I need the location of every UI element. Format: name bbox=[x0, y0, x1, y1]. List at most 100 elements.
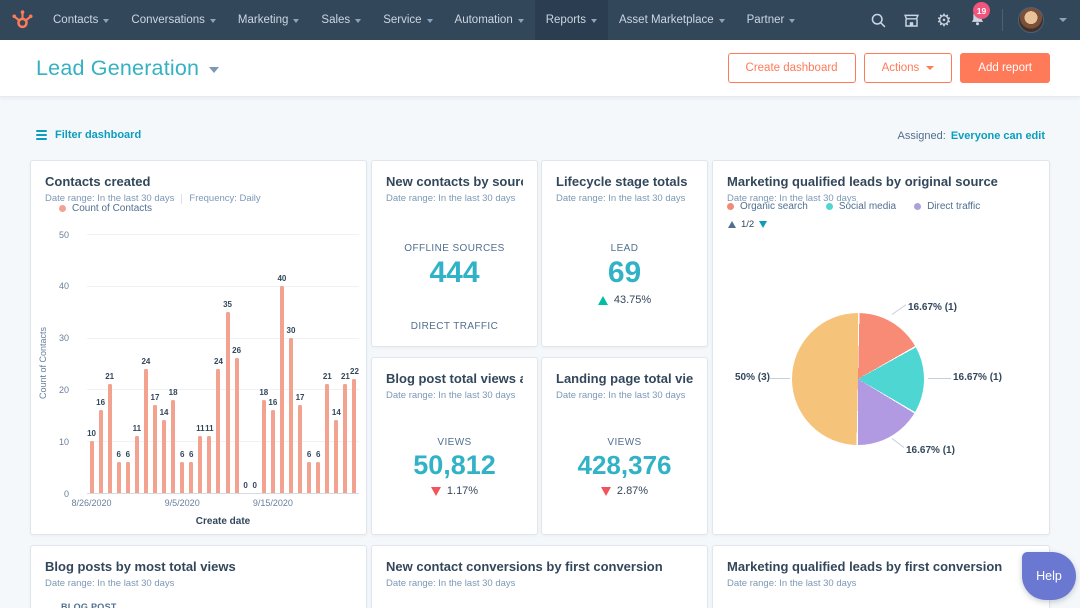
avatar[interactable] bbox=[1018, 7, 1044, 33]
bar-value-label: 0 bbox=[243, 481, 247, 490]
nav-item-asset-marketplace[interactable]: Asset Marketplace bbox=[608, 0, 736, 40]
secondary-metric-label: DIRECT TRAFFIC bbox=[372, 321, 537, 332]
marketplace-icon[interactable] bbox=[902, 11, 920, 29]
nav-item-conversations[interactable]: Conversations bbox=[120, 0, 227, 40]
bar bbox=[325, 384, 329, 493]
legend-dot bbox=[826, 203, 833, 210]
gridline bbox=[87, 441, 359, 442]
notifications-bell-icon[interactable]: 19 bbox=[968, 8, 987, 32]
bar bbox=[262, 400, 266, 493]
nav-item-reports[interactable]: Reports bbox=[535, 0, 608, 40]
bar-value-label: 14 bbox=[160, 408, 169, 417]
metric-delta: 1.17% bbox=[372, 485, 537, 497]
search-icon[interactable] bbox=[869, 11, 887, 29]
page-down-icon[interactable] bbox=[759, 221, 767, 228]
chevron-down-icon bbox=[518, 19, 524, 23]
x-axis-tick: 8/26/2020 bbox=[72, 498, 112, 508]
report-title[interactable]: Contacts created bbox=[45, 174, 352, 189]
nav-item-partner[interactable]: Partner bbox=[736, 0, 807, 40]
bar-plot: 0102030405010162166112417141866111124352… bbox=[87, 234, 359, 493]
down-triangle-icon bbox=[431, 487, 441, 496]
bar bbox=[99, 410, 103, 493]
assigned-permission-link[interactable]: Everyone can edit bbox=[951, 130, 1045, 142]
bar bbox=[271, 410, 275, 493]
account-chevron-down-icon[interactable] bbox=[1059, 18, 1067, 22]
metric-label: OFFLINE SOURCES bbox=[372, 243, 537, 254]
bar-value-label: 24 bbox=[214, 357, 223, 366]
chart-legend[interactable]: Count of Contacts bbox=[59, 203, 152, 214]
report-title[interactable]: Landing page total vie... bbox=[556, 371, 693, 386]
bar bbox=[144, 369, 148, 493]
nav-item-sales[interactable]: Sales bbox=[310, 0, 372, 40]
metric-label: VIEWS bbox=[372, 437, 537, 448]
nav-item-label: Asset Marketplace bbox=[619, 14, 714, 26]
bar-value-label: 11 bbox=[133, 424, 141, 433]
x-axis-title: Create date bbox=[87, 516, 359, 527]
chevron-down-icon bbox=[293, 19, 299, 23]
report-title[interactable]: New contact conversions by first convers… bbox=[386, 559, 693, 574]
hubspot-logo-icon[interactable] bbox=[11, 9, 34, 32]
metric-value: 50,812 bbox=[372, 450, 537, 481]
dashboard-title-dropdown[interactable]: Lead Generation bbox=[36, 56, 219, 81]
actions-button[interactable]: Actions bbox=[864, 53, 953, 83]
legend-dot bbox=[59, 205, 66, 212]
nav-item-automation[interactable]: Automation bbox=[444, 0, 535, 40]
legend-label: Direct traffic bbox=[927, 201, 980, 212]
card-mql-by-first-conversion: Marketing qualified leads by first conve… bbox=[712, 545, 1050, 608]
card-landing-page-total-views: Landing page total vie... Date range: In… bbox=[541, 357, 708, 535]
card-blog-post-total-views: Blog post total views a... Date range: I… bbox=[371, 357, 538, 535]
page-up-icon[interactable] bbox=[728, 221, 736, 228]
nav-right: ⚙ 19 bbox=[869, 7, 1080, 33]
report-title[interactable]: New contacts by source bbox=[386, 174, 523, 189]
bar bbox=[198, 436, 202, 493]
bar bbox=[207, 436, 211, 493]
legend-item-social-media[interactable]: Social media bbox=[826, 201, 896, 212]
assigned-label: Assigned: bbox=[898, 130, 946, 142]
card-new-contacts-by-source: New contacts by source Date range: In th… bbox=[371, 160, 538, 347]
report-title[interactable]: Marketing qualified leads by first conve… bbox=[727, 559, 1035, 574]
page-title: Lead Generation bbox=[36, 56, 199, 81]
legend-item-organic-search[interactable]: Organic search bbox=[727, 201, 808, 212]
chevron-down-icon bbox=[926, 66, 934, 70]
bar-value-label: 26 bbox=[232, 346, 241, 355]
filter-dashboard-button[interactable]: Filter dashboard bbox=[36, 129, 141, 141]
pie-legend: Organic search Social media Direct traffic bbox=[727, 201, 980, 212]
bar bbox=[216, 369, 220, 493]
nav-item-label: Automation bbox=[455, 14, 513, 26]
nav-item-contacts[interactable]: Contacts bbox=[42, 0, 120, 40]
report-title[interactable]: Blog posts by most total views bbox=[45, 559, 352, 574]
report-title[interactable]: Lifecycle stage totals bbox=[556, 174, 693, 189]
nav-item-service[interactable]: Service bbox=[372, 0, 443, 40]
report-title[interactable]: Marketing qualified leads by original so… bbox=[727, 174, 1035, 189]
card-contacts-created: Contacts created Date range: In the last… bbox=[30, 160, 367, 535]
bar-value-label: 18 bbox=[169, 388, 178, 397]
page-indicator: 1/2 bbox=[741, 219, 754, 230]
gridline bbox=[87, 493, 359, 494]
metric-label: LEAD bbox=[542, 243, 707, 254]
leader-line bbox=[928, 378, 951, 379]
settings-gear-icon[interactable]: ⚙ bbox=[935, 11, 953, 29]
create-dashboard-button[interactable]: Create dashboard bbox=[728, 53, 856, 83]
report-title[interactable]: Blog post total views a... bbox=[386, 371, 523, 386]
bar bbox=[343, 384, 347, 493]
nav-item-marketing[interactable]: Marketing bbox=[227, 0, 311, 40]
table-column-header: BLOG POST bbox=[61, 602, 117, 608]
delta-value: 43.75% bbox=[614, 294, 651, 306]
gridline bbox=[87, 338, 359, 339]
legend-dot bbox=[727, 203, 734, 210]
delta-value: 2.87% bbox=[617, 485, 648, 497]
bar-value-label: 21 bbox=[105, 372, 114, 381]
bar-value-label: 35 bbox=[223, 300, 232, 309]
help-button[interactable]: Help bbox=[1022, 552, 1076, 600]
chevron-down-icon bbox=[427, 19, 433, 23]
bar-value-label: 10 bbox=[87, 429, 96, 438]
bar-value-label: 24 bbox=[141, 357, 150, 366]
add-report-button[interactable]: Add report bbox=[960, 53, 1050, 83]
card-lifecycle-stage-totals: Lifecycle stage totals Date range: In th… bbox=[541, 160, 708, 347]
y-axis-tick: 50 bbox=[47, 230, 69, 240]
pie-slice-label: 16.67% (1) bbox=[906, 445, 955, 456]
legend-item-direct-traffic[interactable]: Direct traffic bbox=[914, 201, 980, 212]
bar-value-label: 6 bbox=[180, 450, 184, 459]
top-nav: ContactsConversationsMarketingSalesServi… bbox=[0, 0, 1080, 40]
x-axis-tick: 9/5/2020 bbox=[165, 498, 200, 508]
